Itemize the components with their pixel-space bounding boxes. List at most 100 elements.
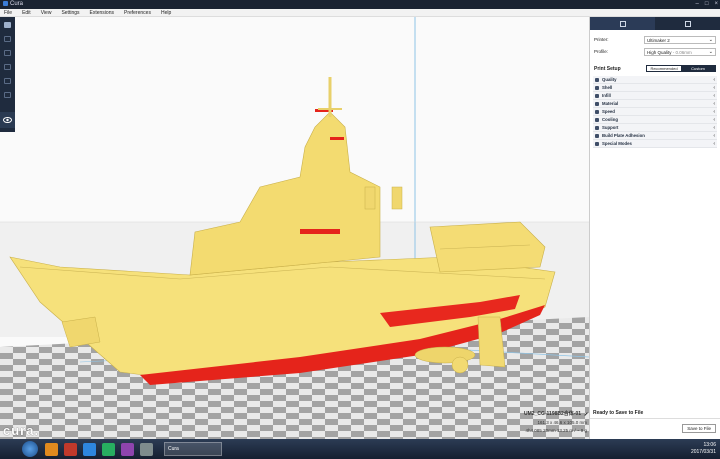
translate-tool-button[interactable] (1, 32, 14, 45)
category-quality[interactable]: Quality ‹ (593, 76, 717, 84)
print-time-weight: 13.25 m / ~ 9 g (556, 428, 587, 433)
menu-preferences[interactable]: Preferences (124, 9, 151, 16)
per-model-settings-button[interactable] (1, 88, 14, 101)
panel-tabs (590, 17, 720, 30)
taskbar-app-icon[interactable] (102, 442, 115, 456)
menu-settings[interactable]: Settings (61, 9, 79, 16)
cura-logo: cura. (3, 423, 40, 438)
menu-extensions[interactable]: Extensions (90, 9, 114, 16)
cura-window: Cura – □ × File Edit View Settings Exten… (0, 0, 720, 459)
start-button[interactable] (22, 441, 38, 457)
per-model-settings-icon (4, 91, 11, 98)
quality-icon (595, 77, 599, 82)
app-icon (3, 0, 8, 6)
chevron-left-icon: ‹ (713, 84, 715, 91)
profile-row: Profile: High Quality - 0.06mm ⌄ (590, 47, 720, 56)
recommended-button[interactable]: Recommended (647, 66, 681, 71)
mirror-icon (4, 77, 11, 84)
printer-label: Printer: (594, 37, 609, 42)
open-file-icon (4, 21, 11, 28)
speed-icon (595, 109, 599, 114)
tab-monitor[interactable] (655, 17, 720, 30)
rotate-tool-button[interactable] (1, 60, 14, 73)
chevron-left-icon: ‹ (713, 132, 715, 139)
taskbar-explorer-icon[interactable] (45, 442, 58, 456)
category-support[interactable]: Support ‹ (593, 124, 717, 132)
chevron-left-icon: ‹ (713, 108, 715, 115)
taskbar-app-icon[interactable] (64, 442, 77, 456)
save-to-file-button[interactable]: Save to File (682, 424, 716, 433)
material-icon (595, 101, 599, 106)
view-mode-icon (3, 117, 12, 123)
chevron-left-icon: ‹ (713, 76, 715, 83)
category-cooling[interactable]: Cooling ‹ (593, 116, 717, 124)
clock-date: 2017/03/31 (690, 449, 716, 455)
maximize-button[interactable]: □ (705, 0, 709, 9)
profile-dropdown[interactable]: High Quality - 0.06mm ⌄ (644, 47, 716, 56)
settings-panel: Printer: Ultimaker 2 ⌄ Profile: High Qual… (589, 17, 720, 439)
prepare-icon (619, 20, 626, 27)
cooling-icon (595, 117, 599, 122)
adhesion-icon (595, 133, 599, 138)
menu-edit[interactable]: Edit (22, 9, 31, 16)
category-material[interactable]: Material ‹ (593, 100, 717, 108)
translate-icon (4, 35, 11, 42)
infill-icon (595, 93, 599, 98)
model-dimensions: 161.3 x 46.6 x 105.0 mm (537, 420, 587, 425)
scale-tool-button[interactable] (1, 46, 14, 59)
menu-file[interactable]: File (4, 9, 12, 16)
status-text: Ready to Save to File (593, 410, 644, 416)
chevron-left-icon: ‹ (713, 140, 715, 147)
chevron-down-icon: ⌄ (708, 36, 713, 43)
rotate-icon (4, 63, 11, 70)
scale-icon (4, 49, 11, 56)
category-speed[interactable]: Speed ‹ (593, 108, 717, 116)
pencil-icon[interactable] (582, 410, 588, 416)
special-modes-icon (595, 141, 599, 146)
monitor-icon (684, 20, 691, 27)
category-build-plate-adhesion[interactable]: Build Plate Adhesion ‹ (593, 132, 717, 140)
chevron-left-icon: ‹ (713, 124, 715, 131)
system-clock[interactable]: 13:06 2017/03/31 (691, 442, 716, 456)
custom-button[interactable]: Custom (681, 66, 715, 71)
title-bar: Cura – □ × (0, 0, 720, 9)
setup-mode-toggle: Recommended Custom (646, 65, 716, 72)
settings-categories: Quality ‹ Shell ‹ Infill ‹ Material ‹ Speed ‹… (590, 76, 720, 148)
taskbar-browser-icon[interactable] (83, 442, 96, 456)
3d-viewport[interactable] (0, 17, 589, 439)
taskbar-app-icon[interactable] (121, 442, 134, 456)
print-setup-title: Print Setup (594, 65, 621, 72)
taskbar: Cura 13:06 2017/03/31 (0, 439, 720, 459)
chevron-down-icon: ⌄ (708, 48, 713, 55)
category-shell[interactable]: Shell ‹ (593, 84, 717, 92)
shell-icon (595, 85, 599, 90)
open-file-button[interactable] (1, 18, 14, 31)
category-infill[interactable]: Infill ‹ (593, 92, 717, 100)
profile-sub: - 0.06mm (672, 49, 692, 55)
print-setup-header: Print Setup Recommended Custom (590, 64, 720, 73)
tab-prepare[interactable] (590, 17, 655, 30)
chevron-left-icon: ‹ (713, 116, 715, 123)
chevron-left-icon: ‹ (713, 100, 715, 107)
printer-row: Printer: Ultimaker 2 ⌄ (590, 35, 720, 44)
chevron-left-icon: ‹ (713, 92, 715, 99)
clock-time: 13:06 (703, 442, 716, 448)
close-button[interactable]: × (714, 0, 718, 9)
menu-bar: File Edit View Settings Extensions Prefe… (0, 9, 720, 17)
material-info: 4h4 085 20mm (525, 428, 556, 433)
minimize-button[interactable]: – (696, 0, 699, 9)
window-title: Cura (10, 1, 24, 7)
taskbar-app-icon[interactable] (140, 442, 153, 456)
mirror-tool-button[interactable] (1, 74, 14, 87)
job-name[interactable]: UM2_CG-1198B2合体-01 (524, 411, 581, 417)
divider (590, 418, 720, 419)
printer-dropdown[interactable]: Ultimaker 2 ⌄ (644, 35, 716, 44)
view-mode-button[interactable] (0, 112, 15, 128)
menu-view[interactable]: View (41, 9, 52, 16)
profile-value: High Quality (647, 49, 672, 55)
build-plate-scene (0, 17, 589, 439)
taskbar-cura[interactable]: Cura (164, 442, 222, 456)
printer-value: Ultimaker 2 (647, 37, 670, 43)
category-special-modes[interactable]: Special Modes ‹ (593, 140, 717, 148)
menu-help[interactable]: Help (161, 9, 171, 16)
